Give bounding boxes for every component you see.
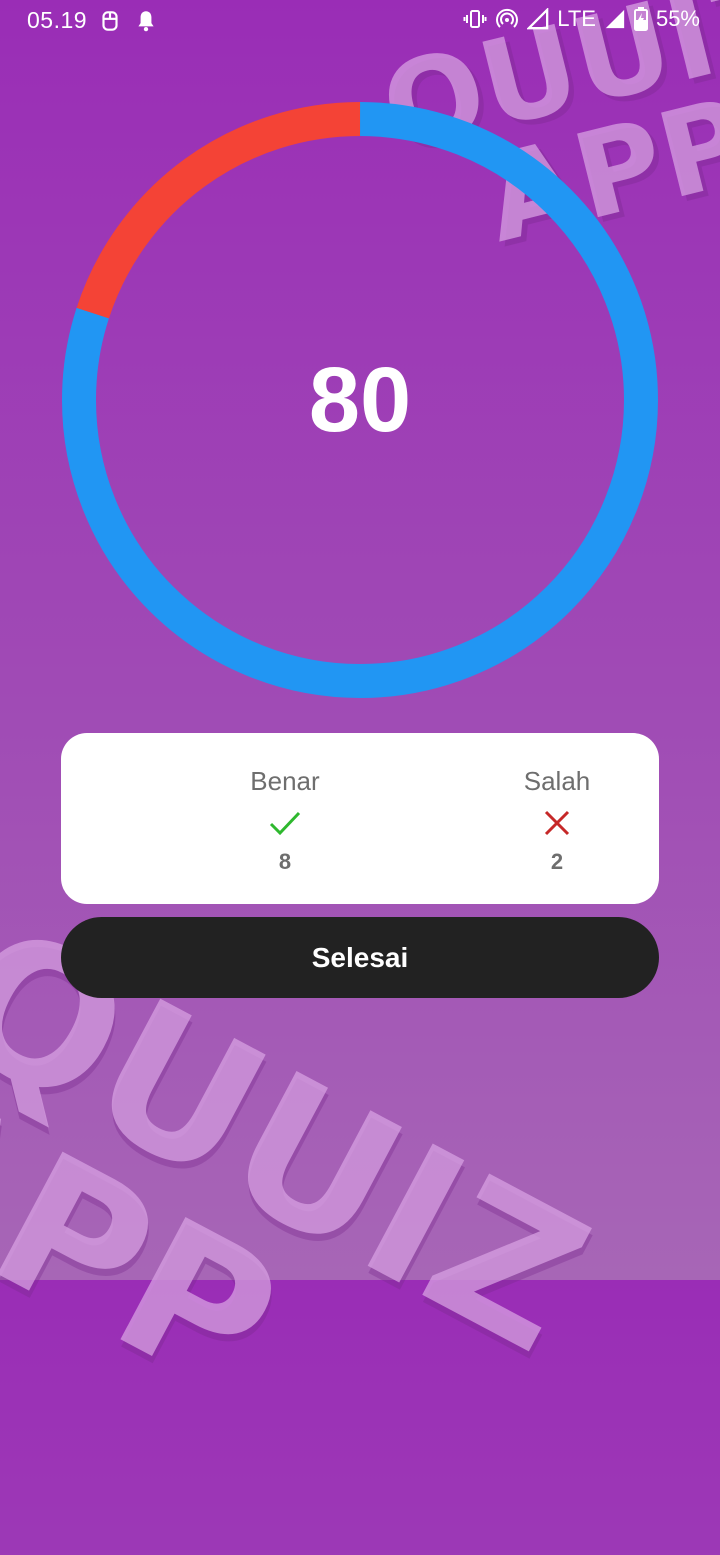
hotspot-icon xyxy=(496,8,519,28)
status-right-icons: LTE 55% xyxy=(463,6,700,32)
sim-icon xyxy=(102,11,118,31)
signal-icon xyxy=(605,9,625,29)
check-icon xyxy=(269,811,301,836)
battery-charging-icon xyxy=(633,7,648,31)
wrong-count: 2 xyxy=(550,849,564,874)
correct-count: 8 xyxy=(278,849,292,874)
network-type: LTE xyxy=(557,6,596,31)
signal-icon xyxy=(527,8,549,30)
battery-percent: 55% xyxy=(655,6,700,31)
status-time: 05.19 xyxy=(27,7,88,33)
correct-label: Benar xyxy=(250,766,320,796)
wrong-label: Salah xyxy=(523,766,591,796)
watermark-line-2: APP xyxy=(0,1040,311,1436)
close-icon xyxy=(544,810,570,836)
done-button[interactable]: Selesai xyxy=(61,917,659,998)
correct-summary: Benar 8 xyxy=(185,733,385,875)
score-value: 80 xyxy=(308,348,412,451)
vibrate-icon xyxy=(463,10,487,28)
result-card: Benar 8 Salah 2 xyxy=(61,733,659,904)
status-bar: 05.19 LTE 55% xyxy=(0,0,720,40)
score-ring: 80 xyxy=(62,102,658,698)
notification-bell-icon xyxy=(138,11,154,32)
wrong-summary: Salah 2 xyxy=(457,733,657,875)
